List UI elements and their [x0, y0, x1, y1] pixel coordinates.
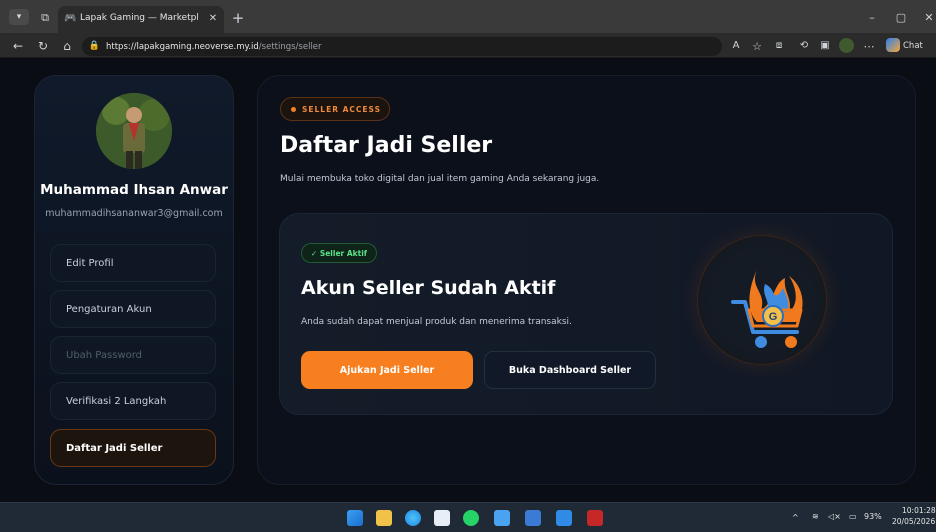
- seller-active-badge: ✓ Seller Aktif: [301, 243, 377, 263]
- home-icon[interactable]: ⌂: [60, 40, 74, 52]
- tray-chevron-icon[interactable]: ^: [792, 513, 799, 522]
- url-text[interactable]: https://lapakgaming.neoverse.my.id/setti…: [106, 42, 322, 52]
- refresh-icon[interactable]: ↻: [36, 40, 50, 52]
- sidebar-item-verifikasi-2-langkah[interactable]: Verifikasi 2 Langkah: [50, 382, 216, 420]
- copilot-icon[interactable]: [886, 38, 900, 52]
- app-icon[interactable]: [494, 510, 510, 526]
- vscode-icon[interactable]: [556, 510, 572, 526]
- tab-close-icon[interactable]: ✕: [207, 13, 219, 25]
- sidebar-item-ubah-password[interactable]: Ubah Password: [50, 336, 216, 374]
- sidebar-item-pengaturan-akun[interactable]: Pengaturan Akun: [50, 290, 216, 328]
- notes-icon[interactable]: [525, 510, 541, 526]
- battery-icon[interactable]: ▭: [849, 512, 857, 521]
- workspaces-icon[interactable]: ⧉: [36, 9, 54, 25]
- url-path: /settings/seller: [258, 42, 322, 52]
- volume-icon[interactable]: ◁×: [828, 512, 841, 521]
- user-name: Muhammad Ihsan Anwar: [40, 182, 228, 198]
- minimize-icon[interactable]: –: [866, 11, 878, 23]
- close-window-icon[interactable]: ✕: [923, 11, 935, 23]
- collections-icon[interactable]: ▣: [818, 40, 832, 52]
- filezilla-icon[interactable]: [587, 510, 603, 526]
- file-explorer-icon[interactable]: [376, 510, 392, 526]
- back-icon[interactable]: ←: [11, 40, 25, 52]
- page-subtitle: Mulai membuka toko digital dan jual item…: [280, 174, 600, 184]
- extensions-icon[interactable]: ⧈: [772, 40, 786, 52]
- badge-label: SELLER ACCESS: [302, 104, 381, 114]
- seller-access-badge: SELLER ACCESS: [280, 97, 390, 121]
- wifi-icon[interactable]: ≋: [812, 512, 819, 521]
- new-tab-icon[interactable]: +: [231, 10, 245, 25]
- page-title: Daftar Jadi Seller: [280, 133, 493, 158]
- lock-icon[interactable]: 🔒: [89, 41, 100, 52]
- history-icon[interactable]: ⟲: [797, 40, 811, 52]
- favorite-star-icon[interactable]: ☆: [750, 40, 764, 52]
- apply-seller-button[interactable]: Ajukan Jadi Seller: [301, 351, 473, 389]
- open-seller-dashboard-button[interactable]: Buka Dashboard Seller: [484, 351, 656, 389]
- lapak-gaming-cart-logo-icon: G: [731, 270, 803, 348]
- clock-time[interactable]: 10:01:28: [902, 506, 936, 515]
- store-icon[interactable]: [434, 510, 450, 526]
- user-avatar: [96, 93, 172, 169]
- user-email: muhammadihsananwar3@gmail.com: [45, 208, 223, 219]
- windows-start-icon[interactable]: [347, 510, 363, 526]
- tab-title: Lapak Gaming — Marketplace Gar: [80, 13, 198, 23]
- whatsapp-icon[interactable]: [463, 510, 479, 526]
- avatar-photo-icon: [96, 93, 172, 169]
- clock-date[interactable]: 20/05/2026: [892, 517, 935, 526]
- card-description: Anda sudah dapat menjual produk dan mene…: [301, 317, 572, 327]
- url-domain: https://lapakgaming.neoverse.my.id: [106, 42, 259, 52]
- sidebar-item-edit-profil[interactable]: Edit Profil: [50, 244, 216, 282]
- site-favicon-icon: 🎮: [64, 12, 77, 24]
- more-menu-icon[interactable]: ⋯: [862, 40, 876, 52]
- badge-dot-icon: [291, 106, 296, 112]
- tab-actions-icon[interactable]: ▾: [9, 9, 29, 25]
- edge-browser-icon[interactable]: [405, 510, 421, 526]
- read-aloud-icon[interactable]: A: [729, 40, 743, 52]
- profile-avatar-icon[interactable]: [839, 38, 854, 53]
- card-heading: Akun Seller Sudah Aktif: [301, 277, 556, 299]
- logo-letter: G: [769, 311, 778, 323]
- restore-icon[interactable]: ▢: [895, 11, 907, 23]
- sidebar-item-daftar-jadi-seller[interactable]: Daftar Jadi Seller: [50, 429, 216, 467]
- copilot-label[interactable]: Chat: [903, 41, 923, 51]
- battery-percent: 93%: [864, 512, 882, 521]
